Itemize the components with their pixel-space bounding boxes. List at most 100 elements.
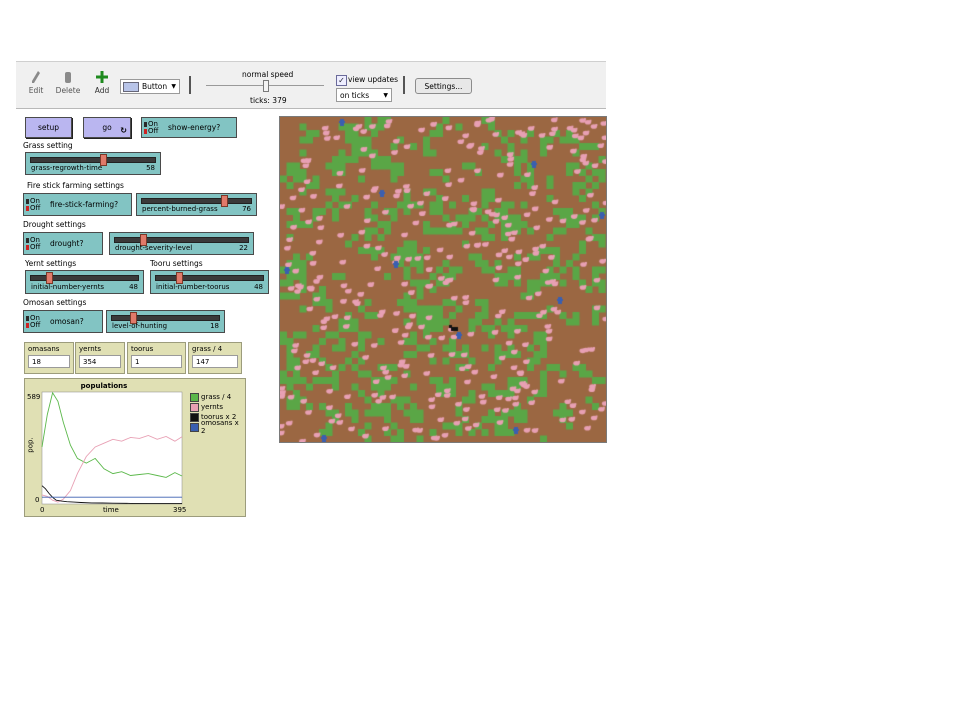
- settings-button[interactable]: Settings...: [415, 78, 472, 94]
- legend-label: grass / 4: [201, 393, 232, 401]
- monitor-value: 1: [131, 355, 182, 368]
- on-off-toggle[interactable]: On Off: [26, 314, 44, 329]
- legend-swatch: [190, 422, 199, 432]
- edit-tool[interactable]: Edit: [22, 70, 50, 95]
- omosan-switch[interactable]: On Off omosan?: [23, 310, 103, 333]
- monitor-value: 18: [28, 355, 70, 368]
- delete-tool[interactable]: Delete: [54, 70, 82, 95]
- slider-value: 48: [254, 283, 263, 291]
- pencil-icon: [22, 70, 50, 84]
- legend-swatch: [190, 402, 199, 412]
- trash-icon: [54, 70, 82, 84]
- setup-button-label: setup: [38, 123, 59, 132]
- add-tool[interactable]: Add: [88, 70, 116, 95]
- slider-track: [141, 198, 252, 204]
- omosan-label: omosan?: [50, 317, 84, 326]
- view-updates-checkbox[interactable]: ✓: [336, 75, 347, 86]
- plot-area: [41, 391, 183, 505]
- slider-label: drought-severity-level: [115, 244, 193, 252]
- interface-toolbar: Edit Delete Add Button ▼ normal speed ti…: [16, 61, 606, 109]
- yernts-monitor: yernts 354: [75, 342, 125, 374]
- monitor-label: toorus: [131, 345, 154, 353]
- level-of-hunting-slider[interactable]: level-of-hunting 18: [106, 310, 225, 333]
- slider-value: 76: [242, 205, 251, 213]
- setup-button[interactable]: setup: [25, 117, 72, 138]
- legend-item: omosans x 2: [190, 419, 245, 435]
- slider-track: [114, 237, 249, 243]
- slider-value: 58: [146, 164, 155, 172]
- ticks-counter: ticks: 379: [250, 96, 287, 105]
- slider-label: level-of-hunting: [112, 322, 168, 330]
- slider-label: percent-burned-grass: [142, 205, 218, 213]
- monitor-label: omasans: [28, 345, 60, 353]
- add-label: Add: [94, 86, 110, 95]
- populations-plot[interactable]: populations 589 0 pop. 0 time 395 grass …: [24, 378, 246, 517]
- slider-track: [155, 275, 264, 281]
- forever-icon: ↻: [120, 126, 127, 135]
- percent-burned-grass-slider[interactable]: percent-burned-grass 76: [136, 193, 257, 216]
- initial-number-yernts-slider[interactable]: initial-number-yernts 48: [25, 270, 144, 294]
- monitor-label: grass / 4: [192, 345, 223, 353]
- grass-regrowth-slider[interactable]: grass-regrowth-time 58: [25, 152, 161, 175]
- show-energy-label: show-energy?: [168, 123, 221, 132]
- y-min-label: 0: [35, 496, 40, 504]
- slider-value: 48: [129, 283, 138, 291]
- omasans-monitor: omasans 18: [24, 342, 74, 374]
- slider-label: grass-regrowth-time: [31, 164, 103, 172]
- legend-swatch: [190, 412, 199, 422]
- update-mode-value: on ticks: [340, 90, 370, 100]
- widget-type-dropdown[interactable]: Button ▼: [120, 79, 180, 94]
- show-energy-switch[interactable]: On Off show-energy?: [141, 117, 237, 138]
- off-text: Off: [30, 242, 41, 251]
- monitor-value: 354: [79, 355, 121, 368]
- drought-section-label: Drought settings: [23, 220, 86, 229]
- fire-stick-farming-switch[interactable]: On Off fire-stick-farming?: [23, 193, 132, 216]
- legend-swatch: [190, 392, 199, 402]
- edit-label: Edit: [28, 86, 44, 95]
- world-canvas[interactable]: [280, 117, 606, 442]
- drought-label: drought?: [50, 239, 84, 248]
- speed-slider-thumb[interactable]: [263, 80, 269, 92]
- slider-track: [30, 157, 156, 163]
- drought-switch[interactable]: On Off drought?: [23, 232, 103, 255]
- speed-label: normal speed: [242, 70, 294, 79]
- slider-label: initial-number-yernts: [31, 283, 105, 291]
- update-mode-dropdown[interactable]: on ticks ▼: [336, 88, 392, 102]
- toolbar-separator: [403, 76, 405, 94]
- x-min-label: 0: [40, 506, 45, 514]
- plus-icon: [88, 70, 116, 84]
- slider-thumb[interactable]: [220, 195, 228, 207]
- y-axis-label: pop.: [26, 437, 35, 453]
- drought-severity-slider[interactable]: drought-severity-level 22: [109, 232, 254, 255]
- off-text: Off: [30, 203, 41, 212]
- slider-value: 22: [239, 244, 248, 252]
- on-off-toggle[interactable]: On Off: [144, 120, 162, 135]
- legend-item: grass / 4: [190, 392, 245, 402]
- widget-type-value: Button: [142, 82, 168, 91]
- grass-monitor: grass / 4 147: [188, 342, 242, 374]
- off-text: Off: [148, 126, 159, 135]
- fire-stick-farming-label: fire-stick-farming?: [50, 200, 119, 209]
- fire-section-label: Fire stick farming settings: [27, 181, 124, 190]
- x-max-label: 395: [173, 506, 187, 514]
- toolbar-separator: [189, 76, 191, 94]
- toorus-monitor: toorus 1: [127, 342, 186, 374]
- x-axis-label: time: [103, 506, 119, 514]
- world-view[interactable]: [279, 116, 607, 443]
- slider-label: initial-number-toorus: [156, 283, 230, 291]
- tooru-section-label: Tooru settings: [150, 259, 203, 268]
- yernt-section-label: Yernt settings: [25, 259, 77, 268]
- on-off-toggle[interactable]: On Off: [26, 197, 44, 212]
- view-updates-label: view updates: [348, 75, 398, 84]
- go-button[interactable]: go ↻: [83, 117, 131, 138]
- legend-label: omosans x 2: [200, 419, 239, 435]
- on-off-toggle[interactable]: On Off: [26, 236, 44, 251]
- controls-panel: setup go ↻ On Off show-energy? Grass sett…: [16, 108, 278, 517]
- chevron-down-icon: ▼: [171, 83, 176, 90]
- legend-item: yernts: [190, 402, 245, 412]
- legend-label: yernts: [201, 403, 224, 411]
- monitor-label: yernts: [79, 345, 102, 353]
- initial-number-toorus-slider[interactable]: initial-number-toorus 48: [150, 270, 269, 294]
- off-text: Off: [30, 320, 41, 329]
- grass-section-label: Grass setting: [23, 141, 73, 150]
